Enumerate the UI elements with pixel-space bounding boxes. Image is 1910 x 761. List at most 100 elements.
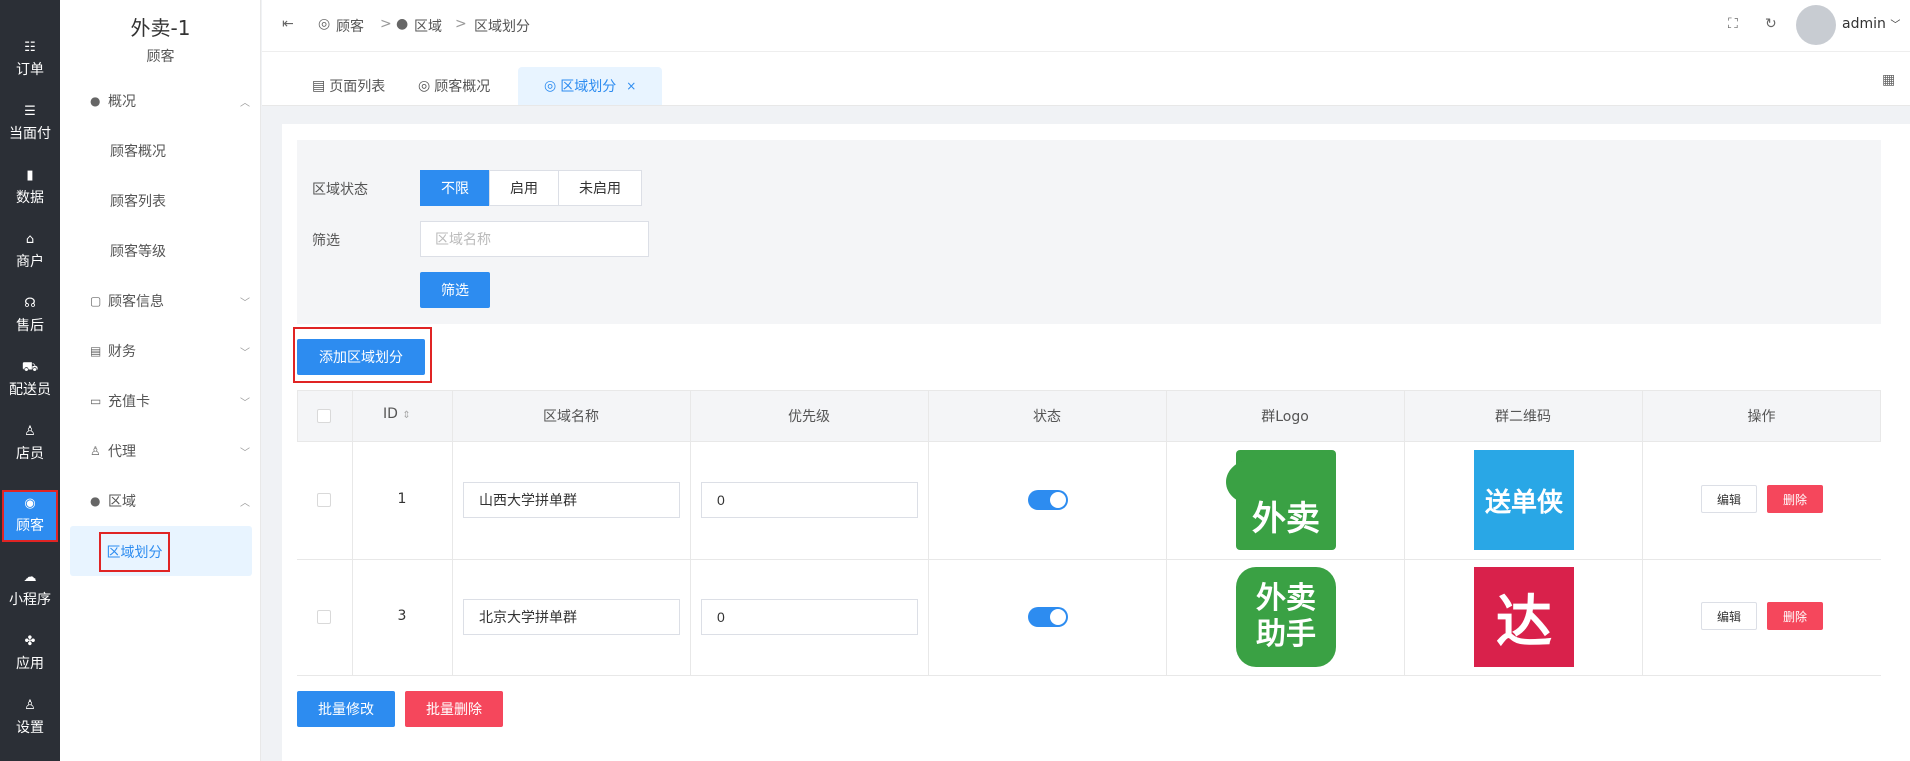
edit-button[interactable]: 编辑 bbox=[1701, 602, 1757, 630]
avatar[interactable] bbox=[1796, 5, 1836, 45]
close-icon[interactable]: × bbox=[626, 79, 636, 93]
fullscreen-icon[interactable]: ⛶ bbox=[1728, 16, 1738, 32]
qrcode-text: 达 bbox=[1496, 589, 1552, 655]
column-header-group-logo: 群Logo bbox=[1261, 409, 1309, 425]
row-checkbox[interactable] bbox=[317, 610, 331, 624]
group-logo-image: 外卖 bbox=[1226, 450, 1336, 550]
sidebar-group-finance[interactable]: ▤ 财务 ﹀ bbox=[90, 336, 250, 366]
breadcrumb-item[interactable]: 顾客 bbox=[336, 16, 364, 36]
sidebar-group-customer-info[interactable]: ▢ 顾客信息 ﹀ bbox=[90, 286, 250, 316]
delete-button[interactable]: 删除 bbox=[1767, 602, 1823, 630]
rail-item-apps[interactable]: ✤ 应用 bbox=[0, 622, 60, 686]
filter-button[interactable]: 筛选 bbox=[420, 272, 490, 308]
rail-item-settings[interactable]: ♙ 设置 bbox=[0, 686, 60, 750]
sort-icon[interactable]: ⇕ bbox=[402, 410, 410, 421]
logo-text: 外卖 bbox=[1252, 498, 1320, 539]
rail-item-staff[interactable]: ♙ 店员 bbox=[0, 412, 60, 476]
group-label: 代理 bbox=[108, 444, 136, 460]
group-qrcode-image: 送单侠 bbox=[1474, 450, 1574, 550]
user-icon: ♙ bbox=[24, 424, 36, 439]
sidebar-item-region-division[interactable]: 区域划分 bbox=[99, 532, 170, 572]
chevron-down-icon: ﹀ bbox=[240, 447, 250, 459]
logo-text: 外卖助手 bbox=[1256, 581, 1316, 652]
collapse-menu-icon[interactable]: ⇤ bbox=[282, 16, 294, 32]
tab-customer-overview[interactable]: ◎ 顾客概况 bbox=[418, 67, 490, 105]
select-all-checkbox[interactable] bbox=[317, 409, 331, 423]
refresh-icon[interactable]: ↻ bbox=[1765, 16, 1777, 32]
sidebar-item-customer-overview[interactable]: 顾客概况 bbox=[110, 142, 166, 162]
rail-label: 应用 bbox=[16, 656, 44, 672]
group-label: 区域 bbox=[108, 494, 136, 510]
finance-icon: ▤ bbox=[90, 344, 102, 358]
group-label: 充值卡 bbox=[108, 394, 150, 410]
status-toggle[interactable] bbox=[1028, 607, 1068, 627]
rail-label: 设置 bbox=[16, 720, 44, 736]
location-icon: ● bbox=[90, 494, 101, 508]
rail-label: 订单 bbox=[16, 62, 44, 78]
breadcrumb-separator: > bbox=[455, 16, 467, 32]
settings-icon: ♙ bbox=[24, 698, 36, 713]
col-divider bbox=[1642, 390, 1643, 675]
rail-label: 配送员 bbox=[9, 382, 51, 398]
delete-button[interactable]: 删除 bbox=[1767, 485, 1823, 513]
group-label: 财务 bbox=[108, 344, 136, 360]
row-checkbox[interactable] bbox=[317, 493, 331, 507]
sidebar-group-overview[interactable]: ● 概况 ︿ bbox=[90, 86, 250, 116]
user-circle-icon: ● bbox=[90, 94, 101, 108]
rail-item-mini-program[interactable]: ☁ 小程序 bbox=[0, 558, 60, 622]
header-label: ID bbox=[383, 406, 398, 422]
location-icon: ● bbox=[396, 16, 409, 32]
column-header-id[interactable]: ID ⇕ bbox=[383, 406, 411, 422]
status-option-all[interactable]: 不限 bbox=[420, 170, 490, 206]
rail-item-courier[interactable]: ⛟ 配送员 bbox=[0, 348, 60, 412]
customer-icon: ◉ bbox=[24, 496, 36, 511]
qrcode-text: 送单侠 bbox=[1484, 487, 1563, 518]
breadcrumb-item[interactable]: 区域 bbox=[414, 16, 442, 36]
priority-input[interactable] bbox=[701, 482, 918, 518]
rail-item-face-pay[interactable]: ☰ 当面付 bbox=[0, 92, 60, 156]
tab-region-division[interactable]: ◎ 区域划分 × bbox=[518, 67, 663, 105]
row-id: 1 bbox=[397, 491, 407, 507]
edit-button[interactable]: 编辑 bbox=[1701, 485, 1757, 513]
main-nav-rail: ☷ 订单 ☰ 当面付 ▮ 数据 ⌂ 商户 ☊ 售后 ⛟ 配送员 ♙ 店员 ◉ 顾客 ☁ 小程序 ✤… bbox=[0, 0, 60, 761]
user-menu[interactable]: admin ﹀ bbox=[1842, 16, 1900, 32]
priority-input[interactable] bbox=[701, 599, 918, 635]
bulk-edit-button[interactable]: 批量修改 bbox=[297, 691, 395, 727]
bulk-delete-button[interactable]: 批量删除 bbox=[405, 691, 503, 727]
group-label: 顾客信息 bbox=[108, 294, 164, 310]
rail-item-merchant[interactable]: ⌂ 商户 bbox=[0, 220, 60, 284]
chevron-down-icon: ﹀ bbox=[240, 347, 250, 359]
customer-icon: ◎ bbox=[544, 78, 557, 94]
section-title: 顾客 bbox=[146, 49, 175, 65]
region-name-input[interactable] bbox=[463, 482, 680, 518]
folder-icon: ▢ bbox=[90, 294, 102, 308]
status-toggle[interactable] bbox=[1028, 490, 1068, 510]
store-title: 外卖-1 bbox=[130, 16, 191, 40]
status-option-disabled[interactable]: 未启用 bbox=[558, 170, 642, 206]
rail-label: 顾客 bbox=[16, 518, 44, 534]
rail-item-orders[interactable]: ☷ 订单 bbox=[0, 28, 60, 92]
tab-page-list[interactable]: ▤ 页面列表 bbox=[312, 67, 385, 105]
grid-icon[interactable]: ▦ bbox=[1882, 72, 1895, 88]
list-icon: ☷ bbox=[24, 40, 36, 55]
add-region-button[interactable]: 添加区域划分 bbox=[297, 339, 425, 375]
row-divider bbox=[297, 559, 1881, 560]
rail-item-data[interactable]: ▮ 数据 bbox=[0, 156, 60, 220]
row-divider bbox=[297, 675, 1881, 676]
rail-label: 当面付 bbox=[9, 126, 51, 142]
store-icon: ⌂ bbox=[25, 232, 35, 247]
col-divider bbox=[690, 390, 691, 675]
col-divider bbox=[352, 390, 353, 675]
sidebar-group-agent[interactable]: ♙ 代理 ﹀ bbox=[90, 436, 250, 466]
sidebar-group-region[interactable]: ● 区域 ︿ bbox=[90, 486, 250, 516]
rail-item-customer[interactable]: ◉ 顾客 bbox=[2, 490, 58, 542]
sidebar-item-customer-list[interactable]: 顾客列表 bbox=[110, 192, 166, 212]
sidebar-group-recharge-card[interactable]: ▭ 充值卡 ﹀ bbox=[90, 386, 250, 416]
customer-icon: ◎ bbox=[418, 78, 431, 94]
rail-item-after-sales[interactable]: ☊ 售后 bbox=[0, 284, 60, 348]
region-name-search-input[interactable] bbox=[420, 221, 649, 257]
group-label: 概况 bbox=[108, 94, 136, 110]
sidebar-item-customer-level[interactable]: 顾客等级 bbox=[110, 242, 166, 262]
region-name-input[interactable] bbox=[463, 599, 680, 635]
status-option-enabled[interactable]: 启用 bbox=[489, 170, 559, 206]
